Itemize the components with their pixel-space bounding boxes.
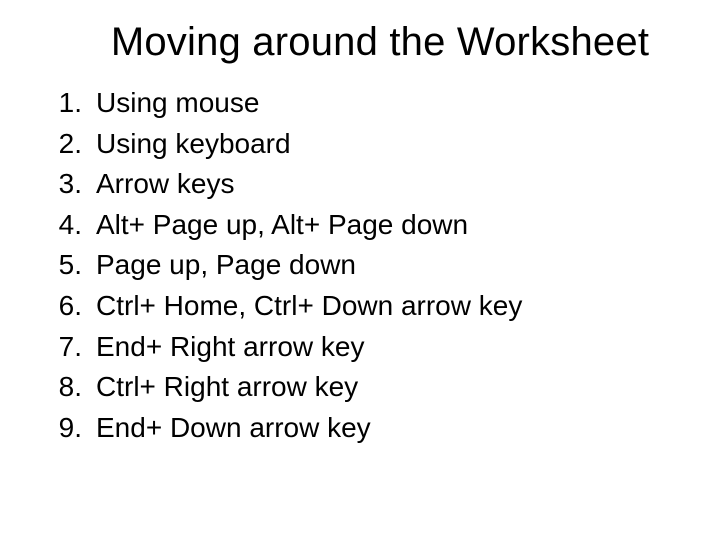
list-item: 8. Ctrl+ Right arrow key (40, 367, 680, 408)
list-item: 5. Page up, Page down (40, 245, 680, 286)
list-text: Using mouse (96, 83, 680, 124)
list-text: End+ Down arrow key (96, 408, 680, 449)
list-number: 9. (40, 408, 96, 449)
list-item: 1. Using mouse (40, 83, 680, 124)
list-item: 7. End+ Right arrow key (40, 327, 680, 368)
page-title: Moving around the Worksheet (40, 20, 680, 65)
numbered-list: 1. Using mouse 2. Using keyboard 3. Arro… (40, 83, 680, 448)
list-number: 3. (40, 164, 96, 205)
list-text: Using keyboard (96, 124, 680, 165)
list-number: 1. (40, 83, 96, 124)
list-number: 4. (40, 205, 96, 246)
list-text: Page up, Page down (96, 245, 680, 286)
list-text: Ctrl+ Right arrow key (96, 367, 680, 408)
slide: Moving around the Worksheet 1. Using mou… (0, 0, 720, 540)
list-number: 8. (40, 367, 96, 408)
list-item: 2. Using keyboard (40, 124, 680, 165)
list-number: 6. (40, 286, 96, 327)
list-text: Arrow keys (96, 164, 680, 205)
list-item: 4. Alt+ Page up, Alt+ Page down (40, 205, 680, 246)
list-number: 7. (40, 327, 96, 368)
list-item: 3. Arrow keys (40, 164, 680, 205)
list-number: 2. (40, 124, 96, 165)
list-text: Ctrl+ Home, Ctrl+ Down arrow key (96, 286, 680, 327)
list-text: End+ Right arrow key (96, 327, 680, 368)
list-number: 5. (40, 245, 96, 286)
list-item: 6. Ctrl+ Home, Ctrl+ Down arrow key (40, 286, 680, 327)
list-item: 9. End+ Down arrow key (40, 408, 680, 449)
list-text: Alt+ Page up, Alt+ Page down (96, 205, 680, 246)
